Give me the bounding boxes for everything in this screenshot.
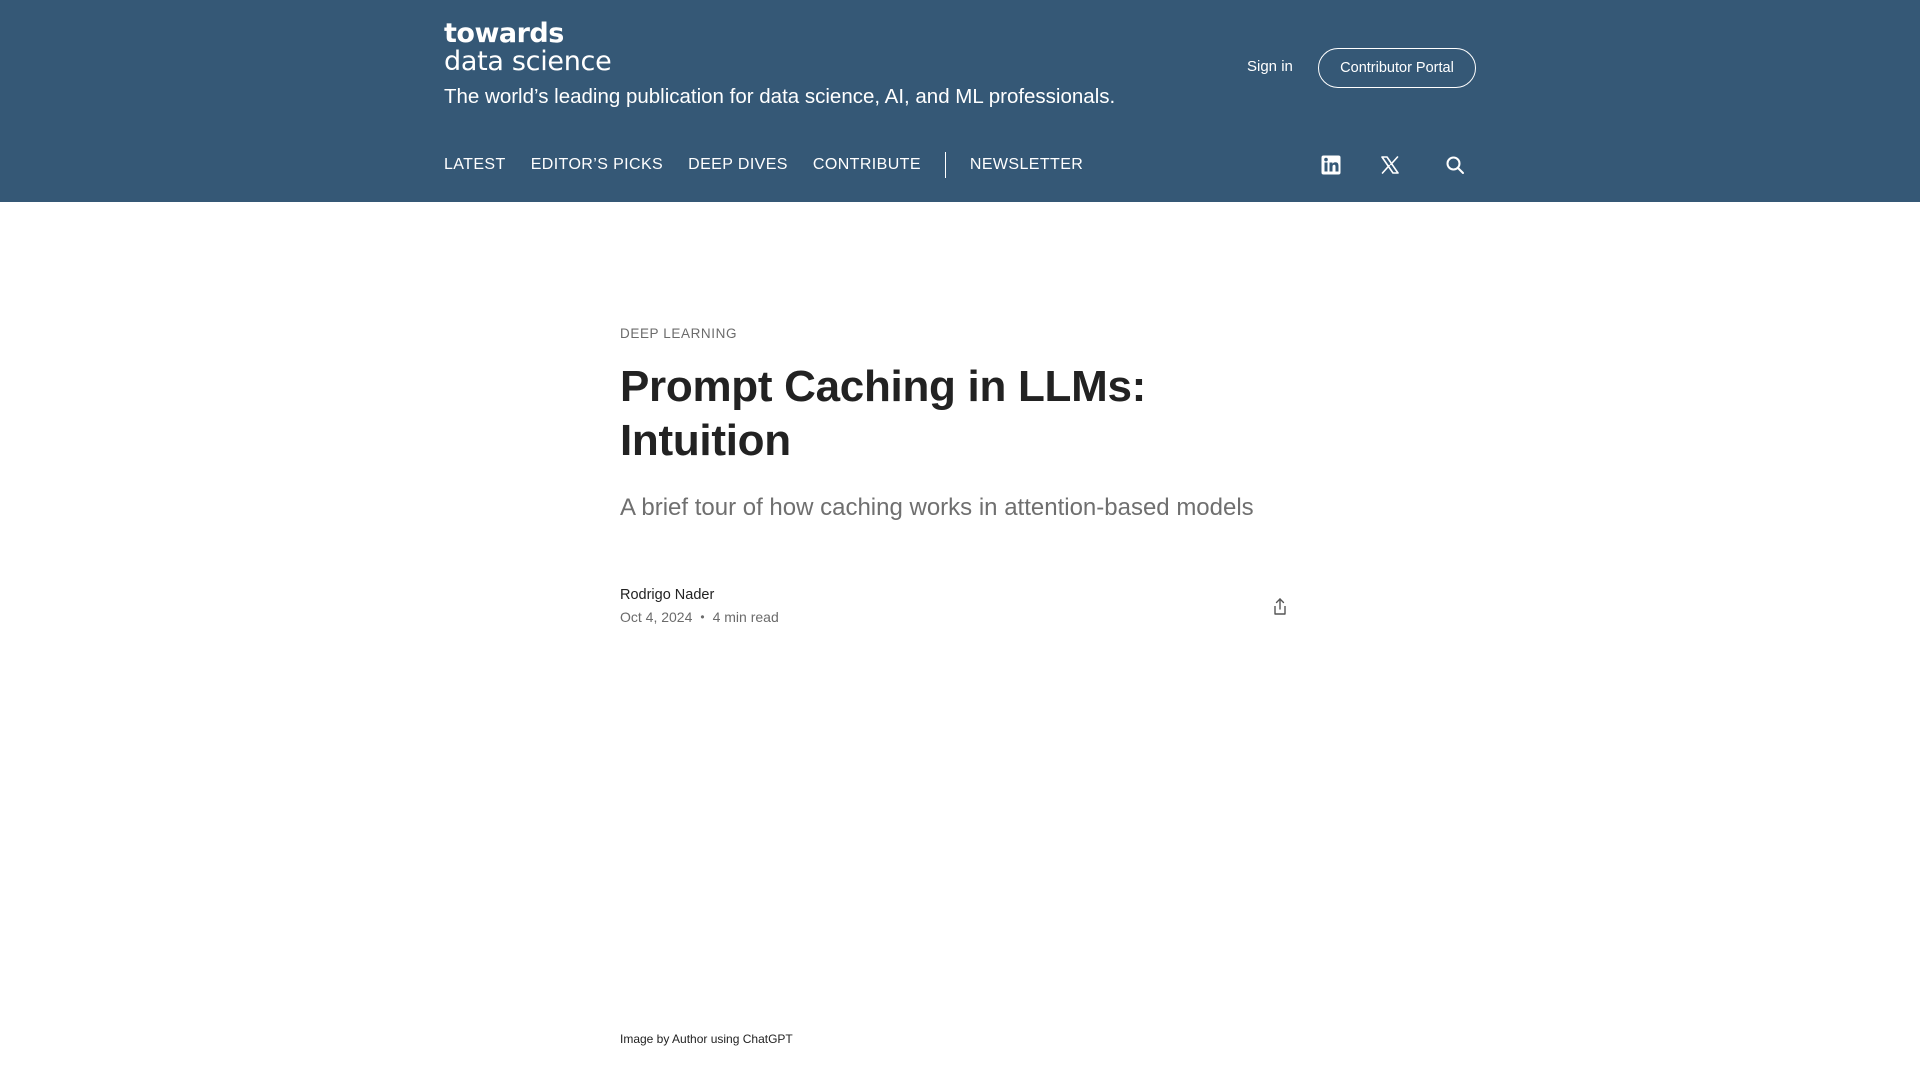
x-twitter-icon[interactable] (1379, 154, 1401, 176)
author-name[interactable]: Rodrigo Nader (620, 587, 714, 603)
article-title: Prompt Caching in LLMs: Intuition (620, 362, 1146, 465)
nav-item-latest[interactable]: LATEST (444, 156, 506, 174)
main-nav: LATEST EDITOR’S PICKS DEEP DIVES CONTRIB… (444, 152, 1108, 178)
article-subtitle: A brief tour of how caching works in att… (620, 494, 1254, 521)
search-icon[interactable] (1444, 154, 1466, 176)
nav-divider (944, 152, 946, 178)
site-tagline: The world’s leading publication for data… (444, 85, 1116, 108)
sign-in-link[interactable]: Sign in (1247, 58, 1293, 75)
contributor-portal-button[interactable]: Contributor Portal (1318, 48, 1476, 88)
site-logo[interactable]: towards data science (444, 18, 612, 77)
article-category[interactable]: DEEP LEARNING (620, 326, 737, 341)
logo-line-1: towards (444, 18, 564, 49)
linkedin-icon[interactable] (1320, 154, 1342, 176)
site-header: towards data science The world’s leading… (0, 0, 1920, 202)
meta-separator: • (700, 610, 705, 624)
nav-item-contribute[interactable]: CONTRIBUTE (813, 156, 921, 174)
logo-line-2: data science (444, 46, 612, 77)
nav-item-deep-dives[interactable]: DEEP DIVES (688, 156, 788, 174)
publish-date: Oct 4, 2024 (620, 609, 693, 625)
image-caption: Image by Author using ChatGPT (620, 1032, 793, 1046)
share-icon[interactable] (1270, 597, 1290, 617)
article-meta: Oct 4, 2024 • 4 min read (620, 609, 779, 625)
read-time: 4 min read (712, 609, 779, 625)
nav-item-newsletter[interactable]: NEWSLETTER (970, 156, 1083, 174)
nav-item-editors-picks[interactable]: EDITOR’S PICKS (531, 156, 663, 174)
